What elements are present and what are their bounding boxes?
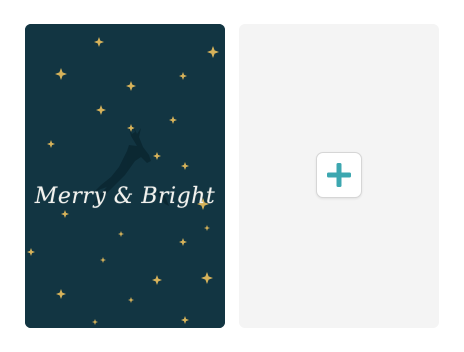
- add-card-panel[interactable]: [239, 24, 439, 328]
- holiday-card-thumbnail[interactable]: Merry & Bright: [25, 24, 225, 328]
- add-card-button[interactable]: [316, 152, 362, 198]
- plus-icon: [327, 163, 351, 187]
- card-artwork: [25, 24, 225, 328]
- card-background: [25, 24, 225, 328]
- card-selector: Merry & Bright: [0, 0, 464, 352]
- card-title: Merry & Bright: [34, 184, 216, 209]
